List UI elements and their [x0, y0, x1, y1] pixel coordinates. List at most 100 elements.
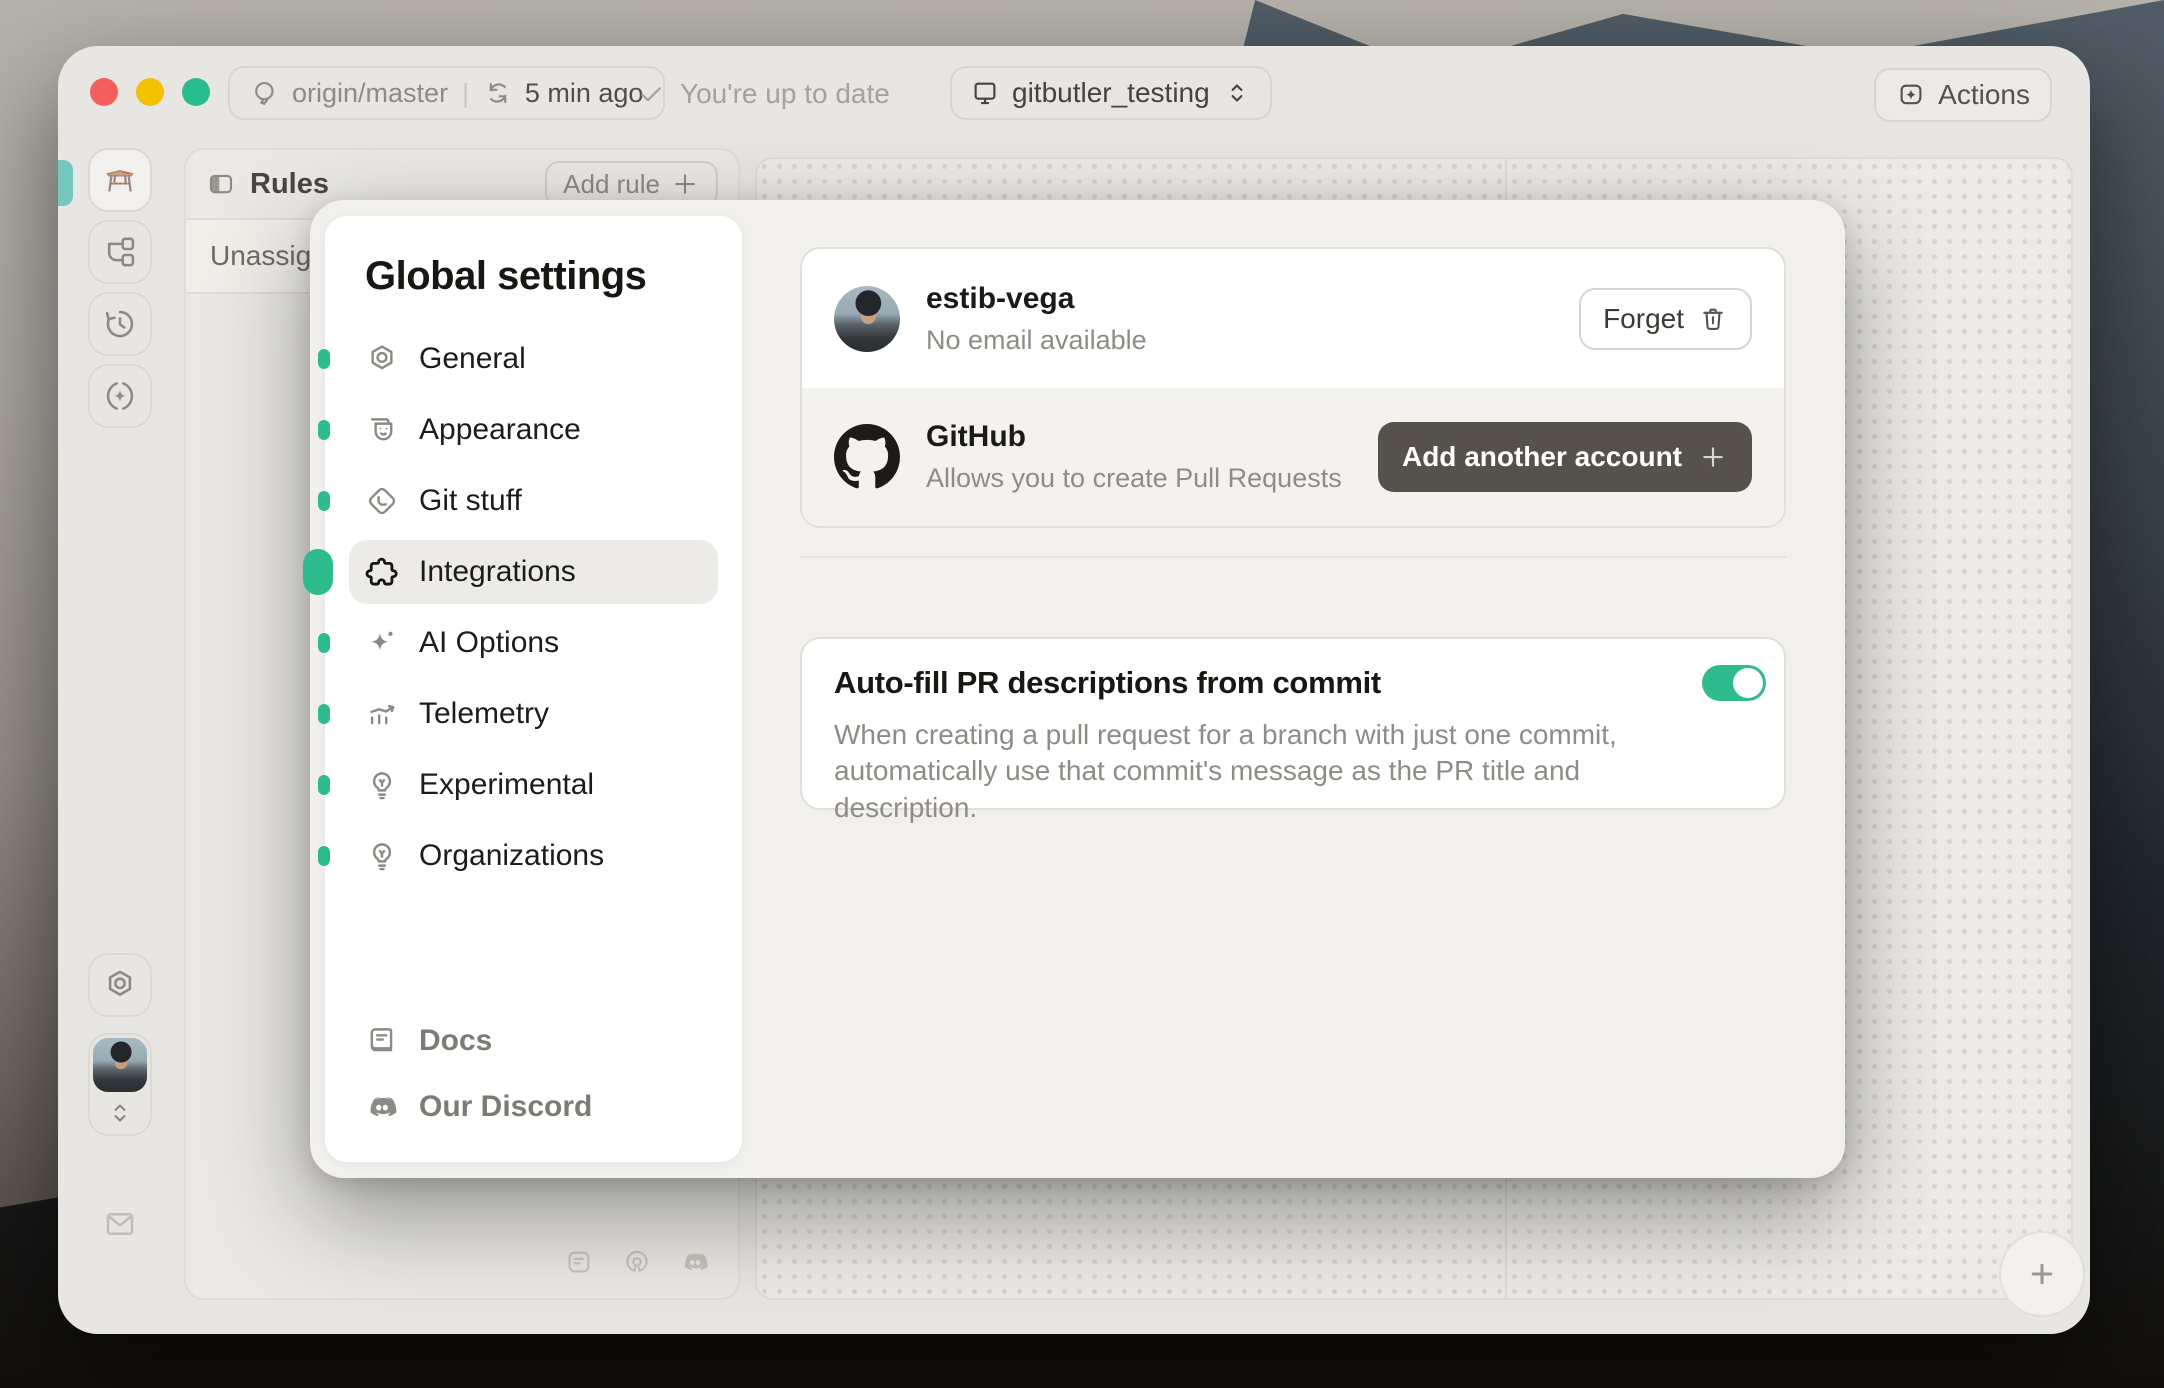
app-window: origin/master | 5 min ago You're up to d… — [58, 46, 2090, 1334]
bulb-icon — [365, 839, 399, 873]
github-service-title: GitHub — [926, 420, 1342, 454]
modal-title: Global settings — [325, 216, 742, 299]
account-card: estib-vega No email available Forget — [800, 247, 1786, 528]
section-divider — [800, 556, 1786, 558]
plus-icon — [670, 169, 700, 199]
menu-pip — [318, 775, 330, 795]
menu-label: General — [419, 342, 526, 376]
sparkle-icon — [365, 626, 399, 660]
account-email-status: No email available — [926, 325, 1147, 356]
menu-item-organizations[interactable]: Organizations — [349, 824, 718, 888]
menu-label: Appearance — [419, 413, 581, 447]
close-window-button[interactable] — [90, 78, 118, 106]
user-switcher[interactable] — [88, 1033, 152, 1136]
branch-sync-pill[interactable]: origin/master | 5 min ago — [228, 66, 665, 120]
footer-label: Our Discord — [419, 1090, 592, 1124]
settings-nav-footer: Docs Our Discord — [349, 1012, 718, 1136]
branches-button[interactable] — [88, 220, 152, 284]
toggle-knob — [1733, 668, 1763, 698]
settings-menu: General Appearance — [325, 327, 742, 888]
menu-pip-selected — [303, 549, 333, 595]
mask-icon — [365, 413, 399, 447]
changelog-note-icon[interactable] — [564, 1247, 594, 1277]
menu-pip — [318, 420, 330, 440]
rules-footer-icons — [186, 1226, 738, 1298]
github-service-description: Allows you to create Pull Requests — [926, 463, 1342, 494]
trash-icon — [1698, 304, 1728, 334]
autofill-toggle[interactable] — [1702, 665, 1766, 701]
menu-item-git-stuff[interactable]: Git stuff — [349, 469, 718, 533]
menu-pip — [318, 633, 330, 653]
left-rail-bottom — [88, 953, 152, 1256]
history-button[interactable] — [88, 292, 152, 356]
menu-pip — [318, 349, 330, 369]
add-lane-button[interactable] — [1999, 1231, 2085, 1317]
check-icon — [636, 79, 666, 109]
add-rule-label: Add rule — [563, 169, 660, 200]
traffic-lights — [90, 78, 210, 106]
history-clock-icon — [102, 306, 138, 342]
github-logo-icon — [834, 424, 900, 490]
butler-actions-button[interactable] — [88, 364, 152, 428]
menu-pip — [318, 491, 330, 511]
menu-item-experimental[interactable]: Experimental — [349, 753, 718, 817]
menu-label: Organizations — [419, 839, 604, 873]
bulb-icon — [365, 768, 399, 802]
menu-label: Git stuff — [419, 484, 522, 518]
open-source-icon[interactable] — [622, 1247, 652, 1277]
chart-icon — [365, 697, 399, 731]
user-avatar — [93, 1038, 147, 1092]
git-diamond-icon — [365, 484, 399, 518]
project-selector[interactable]: gitbutler_testing — [950, 66, 1272, 120]
rules-title: Rules — [250, 168, 329, 201]
account-username: estib-vega — [926, 282, 1147, 316]
menu-item-general[interactable]: General — [349, 327, 718, 391]
menu-item-ai-options[interactable]: AI Options — [349, 611, 718, 675]
up-to-date-status: You're up to date — [636, 76, 890, 112]
forget-account-button[interactable]: Forget — [1579, 288, 1752, 350]
butler-sparkle-icon — [102, 378, 138, 414]
chevron-updown-icon — [1222, 78, 1252, 108]
workbench-icon — [102, 162, 138, 198]
settings-button[interactable] — [88, 953, 152, 1017]
minimize-window-button[interactable] — [136, 78, 164, 106]
remote-branch-icon — [250, 78, 280, 108]
menu-item-integrations[interactable]: Integrations — [349, 540, 718, 604]
docs-link[interactable]: Docs — [349, 1012, 718, 1070]
puzzle-icon — [365, 555, 399, 589]
menu-item-telemetry[interactable]: Telemetry — [349, 682, 718, 746]
workspace-button[interactable] — [88, 148, 152, 212]
feedback-mail-button[interactable] — [88, 1192, 152, 1256]
mail-icon — [102, 1206, 138, 1242]
global-settings-modal: Global settings General — [310, 200, 1845, 1178]
github-service-row: GitHub Allows you to create Pull Request… — [802, 388, 1784, 526]
branch-name: origin/master — [292, 78, 448, 109]
sync-icon — [483, 78, 513, 108]
branches-icon — [102, 234, 138, 270]
settings-content: estib-vega No email available Forget — [800, 200, 1786, 1178]
github-account-row: estib-vega No email available Forget — [802, 249, 1784, 388]
zoom-window-button[interactable] — [182, 78, 210, 106]
discord-link[interactable]: Our Discord — [349, 1078, 718, 1136]
menu-label: Integrations — [419, 555, 576, 589]
sync-time: 5 min ago — [525, 78, 644, 109]
add-account-label: Add another account — [1402, 441, 1682, 473]
pill-divider: | — [460, 78, 471, 109]
discord-icon[interactable] — [680, 1247, 710, 1277]
menu-label: Telemetry — [419, 697, 549, 731]
actions-button[interactable]: Actions — [1874, 68, 2052, 122]
menu-item-appearance[interactable]: Appearance — [349, 398, 718, 462]
autofill-title: Auto-fill PR descriptions from commit — [834, 665, 1381, 701]
footer-label: Docs — [419, 1024, 492, 1058]
autofill-description: When creating a pull request for a branc… — [834, 717, 1714, 826]
add-account-button[interactable]: Add another account — [1378, 422, 1752, 492]
menu-pip — [318, 846, 330, 866]
menu-pip — [318, 704, 330, 724]
rules-icon — [206, 169, 236, 199]
account-avatar — [834, 286, 900, 352]
forget-label: Forget — [1603, 303, 1684, 335]
edge-branch-notch — [58, 160, 73, 206]
autofill-pr-card: Auto-fill PR descriptions from commit Wh… — [800, 637, 1786, 810]
left-icon-rail — [88, 148, 152, 428]
actions-sparkle-icon — [1896, 80, 1926, 110]
